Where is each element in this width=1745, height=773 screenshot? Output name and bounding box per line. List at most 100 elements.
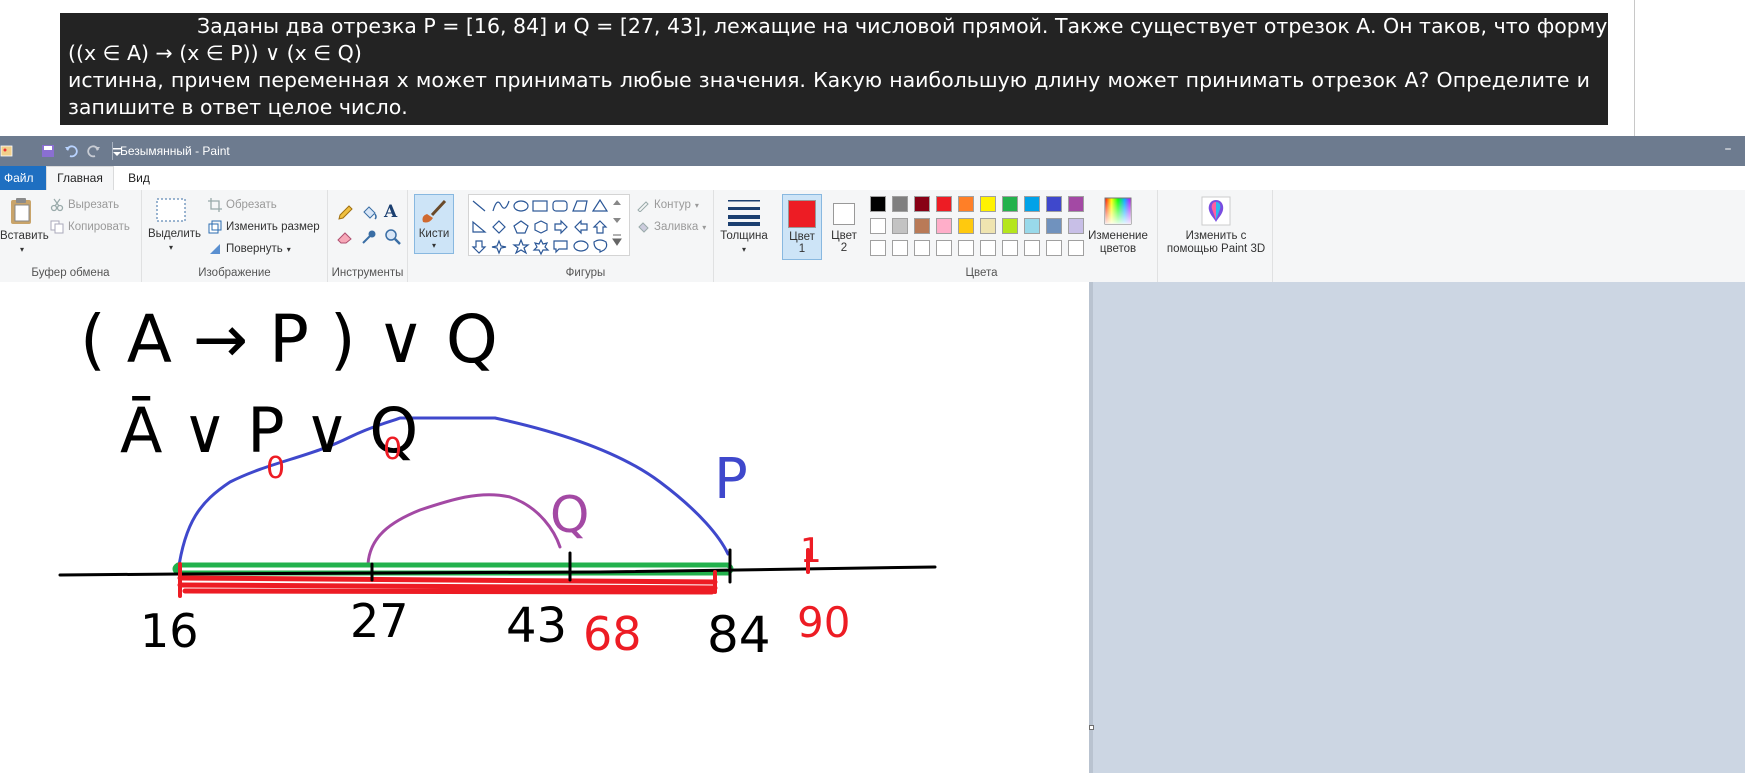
paint-window: Безымянный - Paint – Файл Главная Вид Вс…: [0, 136, 1745, 773]
tab-view[interactable]: Вид: [114, 166, 164, 190]
select-label: Выделить: [148, 228, 202, 240]
color1-button[interactable]: Цвет 1: [782, 194, 822, 260]
paste-button[interactable]: Вставить ▾: [0, 196, 49, 256]
palette-swatch[interactable]: [936, 196, 952, 212]
resize-button[interactable]: Изменить размер: [208, 220, 320, 234]
webpage-background: Заданы два отрезка P = [16, 84] и Q = [2…: [0, 0, 1745, 136]
edit-colors-button[interactable]: Изменение цветов: [1084, 196, 1152, 256]
window-title: Безымянный - Paint: [120, 144, 230, 158]
colors-group-label: Цвета: [965, 267, 998, 279]
palette-swatch[interactable]: [892, 240, 908, 256]
resize-label: Изменить размер: [226, 221, 320, 233]
minimize-button[interactable]: –: [1719, 140, 1737, 158]
rotate-button[interactable]: Повернуть ▾: [208, 242, 291, 256]
magnifier-icon[interactable]: [384, 228, 402, 246]
palette-swatch[interactable]: [1046, 240, 1062, 256]
palette-swatch[interactable]: [1068, 196, 1084, 212]
palette-swatch[interactable]: [1068, 240, 1084, 256]
fill-bucket-icon[interactable]: [360, 204, 378, 222]
rotate-dropdown-icon[interactable]: ▾: [287, 245, 291, 254]
palette-swatch[interactable]: [980, 196, 996, 212]
question-formula: ((x ∈ A) → (x ∈ P)) ∨ (x ∈ Q): [68, 41, 362, 65]
red-segment: [177, 575, 718, 595]
palette-swatch[interactable]: [958, 196, 974, 212]
question-text-block: Заданы два отрезка P = [16, 84] и Q = [2…: [60, 13, 1634, 125]
palette-swatch[interactable]: [980, 240, 996, 256]
select-button[interactable]: Выделить ▾: [148, 196, 202, 254]
palette-swatch[interactable]: [1046, 218, 1062, 234]
outline-dropdown-icon[interactable]: ▾: [695, 201, 699, 210]
purple-arc: [366, 493, 562, 566]
label-16: 16: [140, 604, 199, 658]
label-43: 43: [506, 598, 567, 654]
color-picker-icon[interactable]: [360, 228, 378, 246]
rotate-icon: [210, 244, 220, 254]
paste-icon: [11, 198, 31, 224]
palette-swatch[interactable]: [1046, 196, 1062, 212]
hand-drawing: ( A → P ) ∨ Q Ā ∨ P ∨ Q 0 0 P Q 1 16 27 …: [58, 301, 937, 664]
tools-group: A Инструменты: [328, 190, 408, 282]
palette-swatch[interactable]: [870, 240, 886, 256]
palette-swatch[interactable]: [1024, 218, 1040, 234]
brushes-dropdown-icon[interactable]: ▾: [415, 241, 453, 250]
palette-swatch[interactable]: [980, 218, 996, 234]
color1-label: Цвет: [789, 231, 815, 243]
palette-swatch[interactable]: [914, 240, 930, 256]
edit-with-paint3d-button[interactable]: Изменить с помощью Paint 3D: [1162, 196, 1270, 256]
formula-original: ( A → P ) ∨ Q: [80, 301, 498, 378]
cut-label: Вырезать: [68, 199, 120, 211]
pencil-icon[interactable]: [336, 204, 354, 222]
palette-swatch[interactable]: [870, 218, 886, 234]
palette-swatch[interactable]: [958, 240, 974, 256]
palette-swatch[interactable]: [1024, 240, 1040, 256]
paste-label: Вставить: [0, 230, 49, 242]
brushes-group: Кисти ▾: [408, 190, 458, 282]
palette-swatch[interactable]: [914, 218, 930, 234]
palette-swatch[interactable]: [892, 218, 908, 234]
eraser-icon[interactable]: [336, 228, 354, 246]
palette-swatch[interactable]: [1002, 196, 1018, 212]
palette-swatch[interactable]: [936, 218, 952, 234]
palette-swatch[interactable]: [1002, 218, 1018, 234]
fill-dropdown-icon[interactable]: ▾: [702, 223, 706, 232]
tab-home[interactable]: Главная: [46, 166, 114, 191]
text-tool-icon[interactable]: A: [384, 202, 397, 222]
palette-swatch[interactable]: [892, 196, 908, 212]
palette-swatch[interactable]: [936, 240, 952, 256]
palette-swatch[interactable]: [1024, 196, 1040, 212]
fill-button[interactable]: Заливка ▾: [636, 220, 706, 234]
paste-dropdown-icon[interactable]: ▾: [0, 243, 44, 256]
color2-button[interactable]: Цвет 2: [824, 194, 864, 260]
palette-swatch[interactable]: [1002, 240, 1018, 256]
image-group: Выделить ▾ Обрезать Изменить размер Пове…: [142, 190, 328, 282]
shapes-gallery[interactable]: [468, 194, 630, 256]
scissors-icon: [50, 198, 64, 212]
shapes-group: Контур ▾ Заливка ▾ Фигуры: [458, 190, 714, 282]
cut-button[interactable]: Вырезать: [50, 198, 119, 212]
palette-swatch[interactable]: [958, 218, 974, 234]
palette-swatch[interactable]: [1068, 218, 1084, 234]
label-one: 1: [800, 531, 822, 571]
canvas-resize-handle[interactable]: [1089, 725, 1094, 730]
thickness-dropdown-icon[interactable]: ▾: [718, 243, 770, 256]
crop-button[interactable]: Обрезать: [208, 198, 277, 212]
brushes-button[interactable]: Кисти ▾: [414, 194, 454, 254]
select-dropdown-icon[interactable]: ▾: [148, 241, 194, 254]
outline-button[interactable]: Контур ▾: [636, 198, 699, 212]
redo-icon[interactable]: [87, 144, 101, 158]
shapes-gallery-icons: [471, 198, 622, 256]
palette-swatch[interactable]: [914, 196, 930, 212]
label-90: 90: [797, 598, 850, 647]
label-27: 27: [350, 594, 409, 648]
paint-app-icon[interactable]: [0, 144, 14, 158]
copy-button[interactable]: Копировать: [50, 220, 130, 234]
save-icon[interactable]: [41, 144, 55, 158]
thickness-button[interactable]: Толщина ▾: [718, 196, 770, 256]
palette-swatch[interactable]: [870, 196, 886, 212]
undo-icon[interactable]: [64, 144, 78, 158]
crop-icon: [208, 198, 222, 212]
tab-file[interactable]: Файл: [0, 166, 46, 190]
drawing-canvas[interactable]: ( A → P ) ∨ Q Ā ∨ P ∨ Q 0 0 P Q 1 16 27 …: [0, 282, 1089, 773]
label-Q: Q: [550, 486, 589, 544]
question-line-1: Заданы два отрезка P = [16, 84] и Q = [2…: [197, 14, 1634, 38]
